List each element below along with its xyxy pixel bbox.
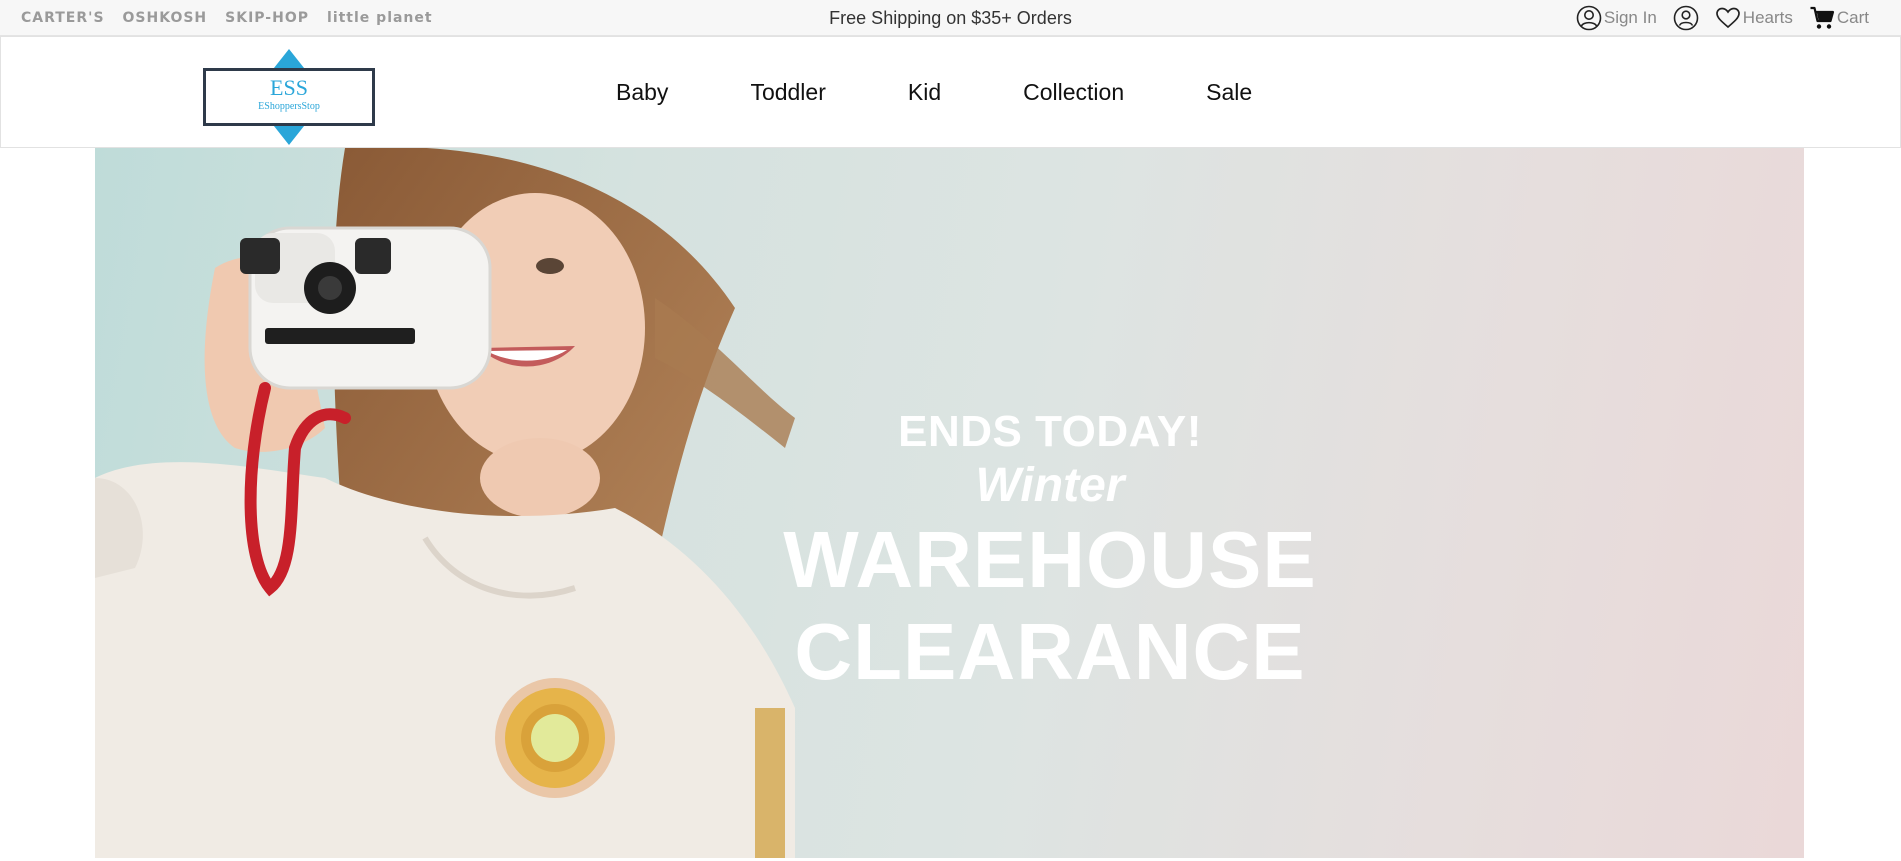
nav-item-kid[interactable]: Kid [908, 79, 941, 106]
nav-item-sale[interactable]: Sale [1206, 79, 1252, 106]
hero-headline: ENDS TODAY! Winter WAREHOUSE CLEARANCE [695, 406, 1405, 698]
sign-in-label: Sign In [1603, 8, 1657, 27]
utility-bar: CARTER'S OSHKOSH SKIP-HOP little planet … [0, 0, 1901, 36]
nav-item-collection[interactable]: Collection [1023, 79, 1124, 106]
account-icon [1673, 5, 1699, 31]
hero-line-ends-today: ENDS TODAY! [898, 407, 1202, 456]
shipping-promo: Free Shipping on $35+ Orders [829, 8, 1072, 28]
hero-line-season: Winter [975, 459, 1125, 512]
brand-link-carters[interactable]: CARTER'S [21, 10, 105, 26]
logo-text: ESS [270, 75, 308, 100]
hero-line-clearance: CLEARANCE [794, 607, 1306, 696]
cart-icon [1809, 5, 1835, 31]
hero-photo-girl-with-camera [95, 148, 795, 858]
site-header: ESS EShoppersStop Baby Toddler Kid Colle… [0, 36, 1901, 148]
brand-links: CARTER'S OSHKOSH SKIP-HOP little planet [21, 0, 433, 36]
sign-in-link[interactable]: Sign In [1576, 5, 1657, 31]
account-links: Sign In Hearts Cart [1576, 0, 1869, 36]
hero-line-warehouse: WAREHOUSE [783, 515, 1317, 604]
nav-item-baby[interactable]: Baby [616, 79, 668, 106]
logo-box: ESS EShoppersStop [203, 68, 375, 126]
site-logo[interactable]: ESS EShoppersStop [201, 49, 377, 145]
user-circle-icon [1576, 5, 1602, 31]
hearts-label: Hearts [1742, 8, 1793, 27]
heart-icon [1715, 6, 1741, 30]
logo-subtext: EShoppersStop [258, 101, 320, 112]
cart-label: Cart [1836, 8, 1869, 27]
account-button[interactable] [1673, 5, 1699, 31]
brand-link-little-planet[interactable]: little planet [327, 10, 433, 26]
cart-link[interactable]: Cart [1809, 5, 1869, 31]
hero-banner[interactable]: ENDS TODAY! Winter WAREHOUSE CLEARANCE [95, 148, 1804, 858]
brand-link-skip-hop[interactable]: SKIP-HOP [225, 10, 309, 26]
main-nav: Baby Toddler Kid Collection Sale [616, 37, 1252, 147]
brand-link-oshkosh[interactable]: OSHKOSH [123, 10, 208, 26]
hearts-link[interactable]: Hearts [1715, 6, 1793, 30]
nav-item-toddler[interactable]: Toddler [750, 79, 825, 106]
